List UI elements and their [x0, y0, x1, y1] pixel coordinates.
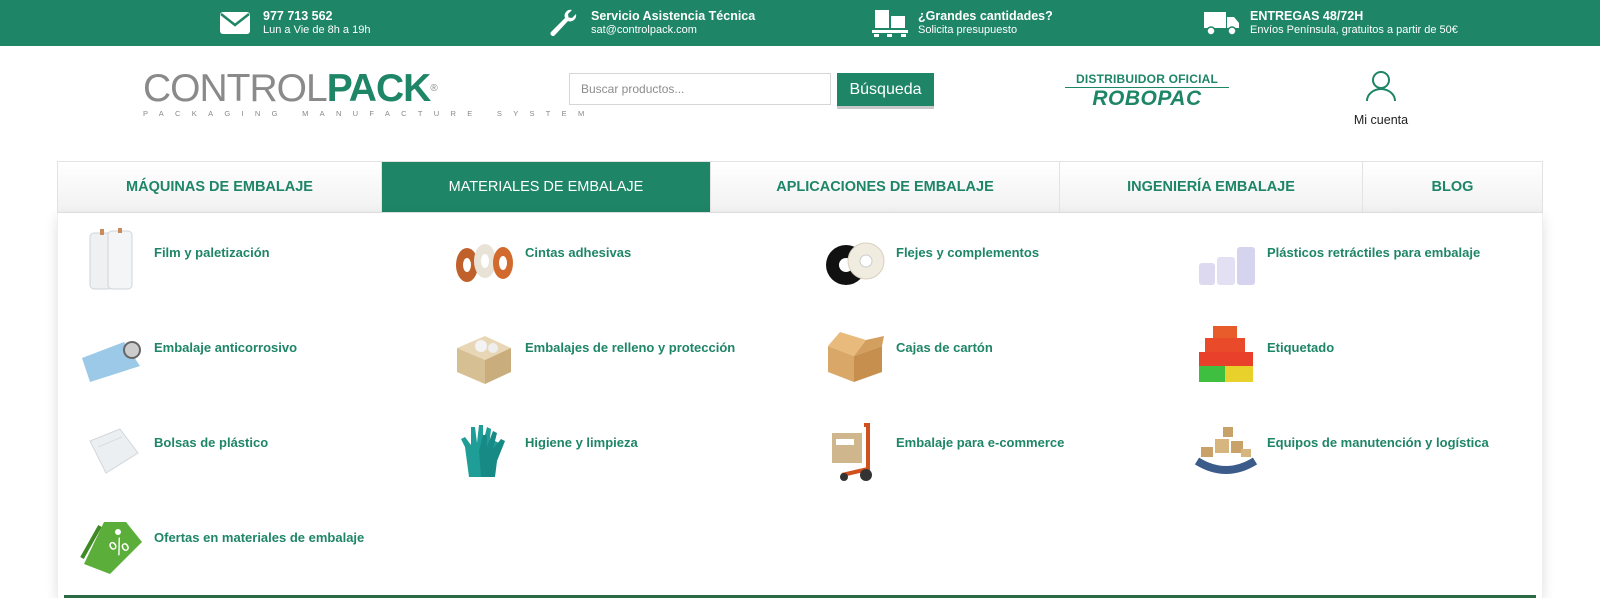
my-account-link[interactable]: Mi cuenta	[1345, 70, 1417, 127]
category-ecommerce[interactable]: Embalaje para e-commerce	[822, 417, 1064, 483]
category-ofertas[interactable]: % Ofertas en materiales de embalaje	[80, 512, 364, 578]
category-label: Ofertas en materiales de embalaje	[154, 530, 365, 545]
cardboard-box-icon	[822, 322, 888, 388]
tape-rolls-icon	[451, 227, 517, 293]
category-relleno[interactable]: Embalajes de relleno y protección	[451, 322, 735, 388]
category-cajas[interactable]: Cajas de cartón	[822, 322, 993, 388]
category-label: Embalajes de relleno y protección	[525, 340, 736, 355]
search-button[interactable]: Búsqueda	[837, 73, 934, 106]
gloves-icon	[451, 417, 517, 483]
wrench-icon	[543, 6, 583, 40]
main-nav: MÁQUINAS DE EMBALAJE MATERIALES DE EMBAL…	[57, 161, 1543, 213]
filler-box-icon	[451, 322, 517, 388]
topbar-phone[interactable]: 977 713 562 Lun a Vie de 8h a 19h	[215, 6, 370, 40]
topbar-support[interactable]: Servicio Asistencia Técnica sat@controlp…	[543, 6, 755, 40]
category-label: Plásticos retráctiles para embalaje	[1267, 245, 1481, 260]
category-anticorrosivo[interactable]: Embalaje anticorrosivo	[80, 322, 297, 388]
controlpack-logo[interactable]: CONTROLPACK® PACKAGING MANUFACTURE SYSTE…	[143, 67, 596, 120]
envelope-icon	[215, 6, 255, 40]
category-bolsas[interactable]: Bolsas de plástico	[80, 417, 268, 483]
top-info-bar: 977 713 562 Lun a Vie de 8h a 19h Servic…	[0, 0, 1600, 46]
category-label: Equipos de manutención y logística	[1267, 435, 1489, 450]
topbar-deliveries[interactable]: ENTREGAS 48/72H Envíos Península, gratui…	[1202, 6, 1458, 40]
logo-part1: CONTROL	[143, 67, 328, 110]
category-label: Flejes y complementos	[896, 245, 1040, 260]
strapping-rolls-icon	[822, 227, 888, 293]
logo-part2: PACK	[326, 67, 432, 110]
logo-tagline: PACKAGING MANUFACTURE SYSTEM	[143, 109, 596, 118]
phone-hours: Lun a Vie de 8h a 19h	[263, 24, 371, 36]
shrink-film-icon	[1193, 227, 1259, 293]
category-label: Cajas de cartón	[896, 340, 993, 355]
category-etiquetado[interactable]: Etiquetado	[1193, 322, 1334, 388]
robopac-logo: ROBOPAC	[1092, 87, 1202, 110]
category-label: Higiene y limpieza	[525, 435, 638, 450]
category-label: Film y paletización	[154, 245, 270, 260]
nav-maquinas[interactable]: MÁQUINAS DE EMBALAJE	[58, 162, 382, 212]
stretch-film-icon	[80, 227, 146, 293]
discount-tag-icon: %	[80, 512, 146, 578]
category-label: Etiquetado	[1267, 340, 1335, 355]
user-icon	[1364, 71, 1398, 106]
nav-aplicaciones[interactable]: APLICACIONES DE EMBALAJE	[711, 162, 1060, 212]
plastic-bag-icon	[80, 417, 146, 483]
nav-ingenieria[interactable]: INGENIERÍA EMBALAJE	[1060, 162, 1363, 212]
quantities-subtitle: Solicita presupuesto	[918, 24, 1018, 36]
robopac-distributor-badge[interactable]: DISTRIBUIDOR OFICIAL ROBOPAC	[1065, 72, 1229, 110]
anticorrosive-bag-icon	[80, 322, 146, 388]
search-input[interactable]	[569, 73, 831, 105]
support-email[interactable]: sat@controlpack.com	[591, 23, 755, 37]
nav-materiales[interactable]: MATERIALES DE EMBALAJE	[382, 162, 711, 212]
category-label: Bolsas de plástico	[154, 435, 269, 450]
phone-number: 977 713 562	[263, 9, 333, 23]
labels-icon	[1193, 322, 1259, 388]
category-cintas[interactable]: Cintas adhesivas	[451, 227, 631, 293]
category-higiene[interactable]: Higiene y limpieza	[451, 417, 638, 483]
category-retractiles[interactable]: Plásticos retráctiles para embalaje	[1193, 227, 1480, 293]
hand-truck-icon	[822, 417, 888, 483]
truck-icon	[1202, 6, 1242, 40]
conveyor-icon	[1193, 417, 1259, 483]
pallet-icon	[870, 6, 910, 40]
category-flejes[interactable]: Flejes y complementos	[822, 227, 1039, 293]
nav-blog[interactable]: BLOG	[1363, 162, 1542, 212]
distributor-label: DISTRIBUIDOR OFICIAL	[1065, 72, 1229, 88]
support-title: Servicio Asistencia Técnica	[591, 9, 756, 23]
category-label: Cintas adhesivas	[525, 245, 632, 260]
account-label: Mi cuenta	[1353, 113, 1409, 127]
category-manutencion[interactable]: Equipos de manutención y logística	[1193, 417, 1489, 483]
category-film[interactable]: Film y paletización	[80, 227, 270, 293]
logo-registered: ®	[430, 83, 437, 94]
topbar-quantities[interactable]: ¿Grandes cantidades? Solicita presupuest…	[870, 6, 1053, 40]
materials-dropdown-panel: Film y paletización Cintas adhesivas Fle…	[57, 213, 1543, 598]
deliveries-subtitle: Envíos Península, gratuitos a partir de …	[1250, 24, 1458, 36]
quantities-title: ¿Grandes cantidades?	[918, 9, 1053, 23]
category-label: Embalaje anticorrosivo	[154, 340, 298, 355]
deliveries-title: ENTREGAS 48/72H	[1250, 9, 1364, 23]
category-label: Embalaje para e-commerce	[896, 435, 1065, 450]
